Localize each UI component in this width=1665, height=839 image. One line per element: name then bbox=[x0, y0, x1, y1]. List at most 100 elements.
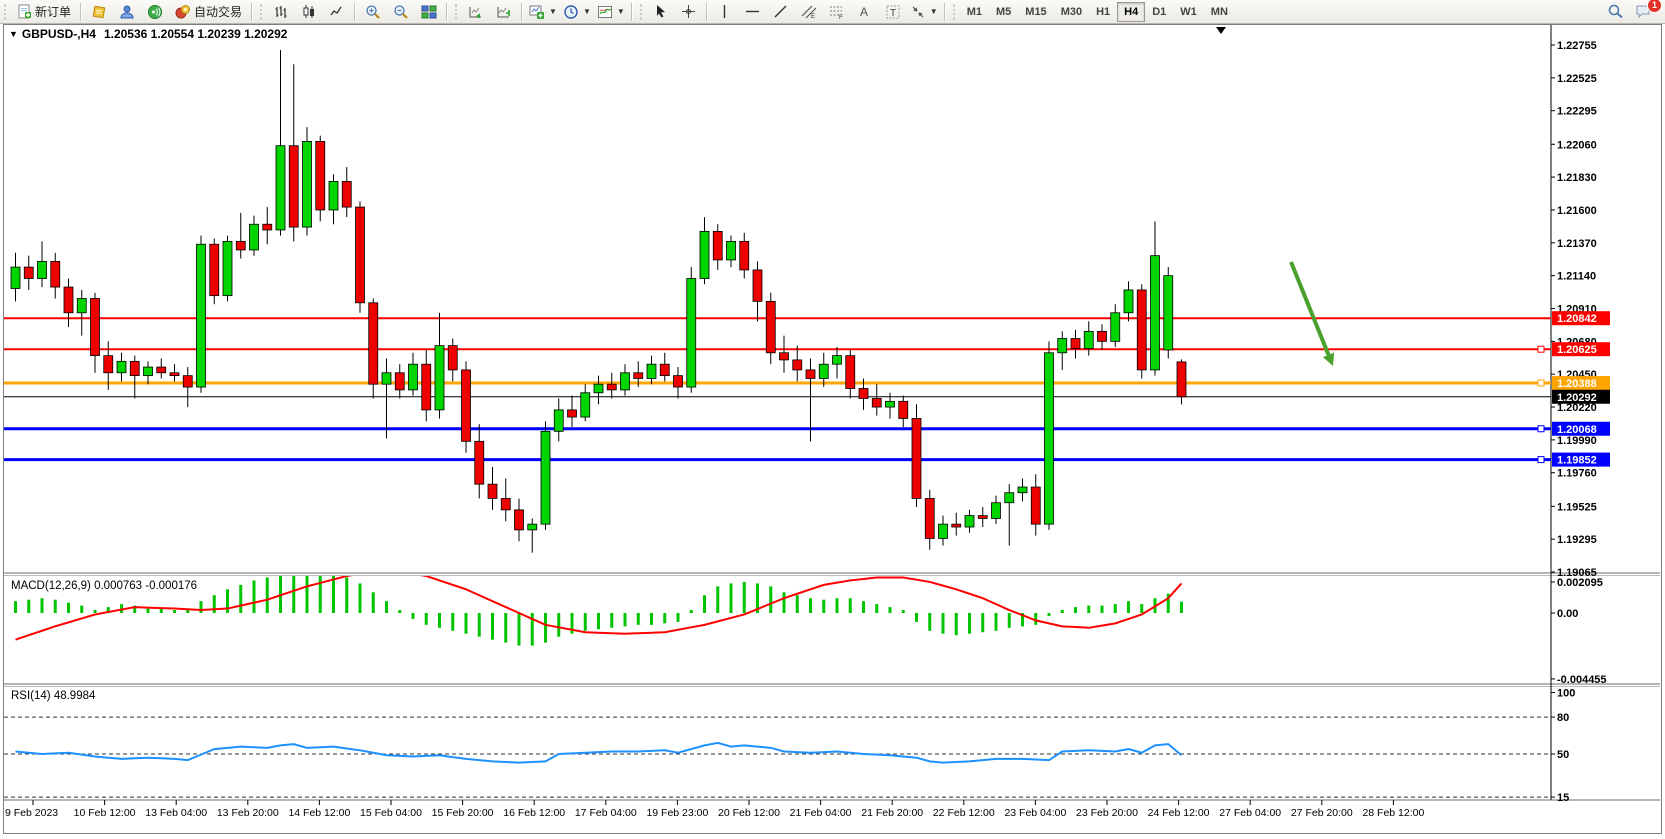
candle[interactable] bbox=[1098, 331, 1107, 341]
chart-shift-button[interactable] bbox=[490, 1, 518, 23]
candle[interactable] bbox=[24, 267, 33, 278]
timeframe-m5-button[interactable]: M5 bbox=[989, 2, 1018, 22]
candle[interactable] bbox=[952, 524, 961, 527]
candle[interactable] bbox=[925, 498, 934, 538]
candle[interactable] bbox=[965, 516, 974, 527]
candle[interactable] bbox=[1031, 487, 1040, 524]
candle[interactable] bbox=[1164, 276, 1173, 350]
candle[interactable] bbox=[740, 241, 749, 270]
candle[interactable] bbox=[263, 224, 272, 230]
timeframe-d1-button[interactable]: D1 bbox=[1145, 2, 1173, 22]
timeframe-m1-button[interactable]: M1 bbox=[960, 2, 989, 22]
channel-tool-button[interactable]: E bbox=[795, 1, 823, 23]
candle[interactable] bbox=[144, 367, 153, 376]
candle[interactable] bbox=[833, 356, 842, 365]
candle[interactable] bbox=[157, 367, 166, 373]
candle[interactable] bbox=[462, 370, 471, 441]
arrows-tool-button[interactable]: ▼ bbox=[907, 1, 941, 23]
candle[interactable] bbox=[753, 270, 762, 301]
candle[interactable] bbox=[912, 418, 921, 498]
crosshair-tool-button[interactable] bbox=[675, 1, 703, 23]
candle[interactable] bbox=[475, 441, 484, 484]
timeframe-mn-button[interactable]: MN bbox=[1204, 2, 1235, 22]
toolbar-grip[interactable] bbox=[453, 4, 460, 20]
candle[interactable] bbox=[183, 376, 192, 387]
candle[interactable] bbox=[422, 364, 431, 410]
candle[interactable] bbox=[581, 393, 590, 417]
text-tool-button[interactable]: A bbox=[851, 1, 879, 23]
candle[interactable] bbox=[448, 346, 457, 370]
candle[interactable] bbox=[1151, 256, 1160, 370]
candle[interactable] bbox=[11, 267, 20, 288]
toolbar-grip[interactable] bbox=[258, 4, 265, 20]
candle[interactable] bbox=[51, 261, 60, 287]
candle[interactable] bbox=[899, 401, 908, 418]
horizontal-line-tool-button[interactable] bbox=[739, 1, 767, 23]
candle[interactable] bbox=[1058, 338, 1067, 352]
tile-windows-button[interactable] bbox=[415, 1, 443, 23]
chart-window[interactable]: 1.227551.225251.222951.220601.218301.216… bbox=[3, 24, 1662, 834]
bar-chart-mode-button[interactable] bbox=[267, 1, 295, 23]
candle[interactable] bbox=[329, 181, 338, 210]
candle[interactable] bbox=[992, 503, 1001, 519]
candle[interactable] bbox=[528, 524, 537, 530]
zoom-out-button[interactable] bbox=[387, 1, 415, 23]
candle[interactable] bbox=[1084, 331, 1093, 348]
candle[interactable] bbox=[316, 141, 325, 210]
candle[interactable] bbox=[554, 410, 563, 431]
candle[interactable] bbox=[236, 241, 245, 250]
candle[interactable] bbox=[1111, 313, 1120, 342]
line-handle[interactable] bbox=[1538, 380, 1544, 386]
candle[interactable] bbox=[38, 261, 47, 278]
collapse-triangle-icon[interactable]: ▼ bbox=[9, 29, 18, 39]
candle[interactable] bbox=[1137, 290, 1146, 370]
line-handle[interactable] bbox=[1538, 346, 1544, 352]
candle[interactable] bbox=[197, 244, 206, 387]
candle[interactable] bbox=[634, 373, 643, 379]
candle[interactable] bbox=[130, 361, 139, 375]
fibonacci-tool-button[interactable]: F bbox=[823, 1, 851, 23]
candle[interactable] bbox=[77, 299, 86, 313]
notifications-button[interactable]: 1 bbox=[1629, 1, 1657, 23]
candle[interactable] bbox=[647, 364, 656, 378]
candle[interactable] bbox=[713, 231, 722, 260]
candle[interactable] bbox=[621, 373, 630, 390]
candle[interactable] bbox=[846, 356, 855, 389]
timeframe-m30-button[interactable]: M30 bbox=[1054, 2, 1089, 22]
candle[interactable] bbox=[872, 398, 881, 407]
auto-scroll-button[interactable] bbox=[462, 1, 490, 23]
candle[interactable] bbox=[806, 370, 815, 379]
toolbar-grip[interactable] bbox=[2, 4, 9, 20]
candle[interactable] bbox=[1124, 290, 1133, 313]
candle[interactable] bbox=[939, 524, 948, 538]
candle[interactable] bbox=[515, 510, 524, 530]
candle[interactable] bbox=[435, 346, 444, 410]
candle[interactable] bbox=[1005, 493, 1014, 503]
candle[interactable] bbox=[104, 356, 113, 373]
candle[interactable] bbox=[409, 364, 418, 390]
candle[interactable] bbox=[64, 287, 73, 313]
candle[interactable] bbox=[700, 231, 709, 278]
signals-button[interactable] bbox=[141, 1, 169, 23]
timeframe-h1-button[interactable]: H1 bbox=[1089, 2, 1117, 22]
accounts-button[interactable] bbox=[113, 1, 141, 23]
vertical-line-tool-button[interactable] bbox=[711, 1, 739, 23]
candle[interactable] bbox=[727, 241, 736, 260]
market-watch-button[interactable] bbox=[85, 1, 113, 23]
candle[interactable] bbox=[780, 353, 789, 360]
new-order-button[interactable]: 新订单 bbox=[11, 1, 77, 23]
candle[interactable] bbox=[276, 146, 285, 230]
candle[interactable] bbox=[382, 373, 391, 384]
search-button[interactable] bbox=[1601, 1, 1629, 23]
candle[interactable] bbox=[859, 388, 868, 398]
candle[interactable] bbox=[793, 360, 802, 370]
candle[interactable] bbox=[687, 279, 696, 388]
toolbar-grip[interactable] bbox=[638, 4, 645, 20]
candle[interactable] bbox=[819, 364, 828, 378]
candle[interactable] bbox=[342, 181, 351, 207]
cursor-tool-button[interactable] bbox=[647, 1, 675, 23]
line-handle[interactable] bbox=[1538, 457, 1544, 463]
candle[interactable] bbox=[223, 241, 232, 295]
candle[interactable] bbox=[1071, 338, 1080, 348]
candle[interactable] bbox=[501, 498, 510, 509]
